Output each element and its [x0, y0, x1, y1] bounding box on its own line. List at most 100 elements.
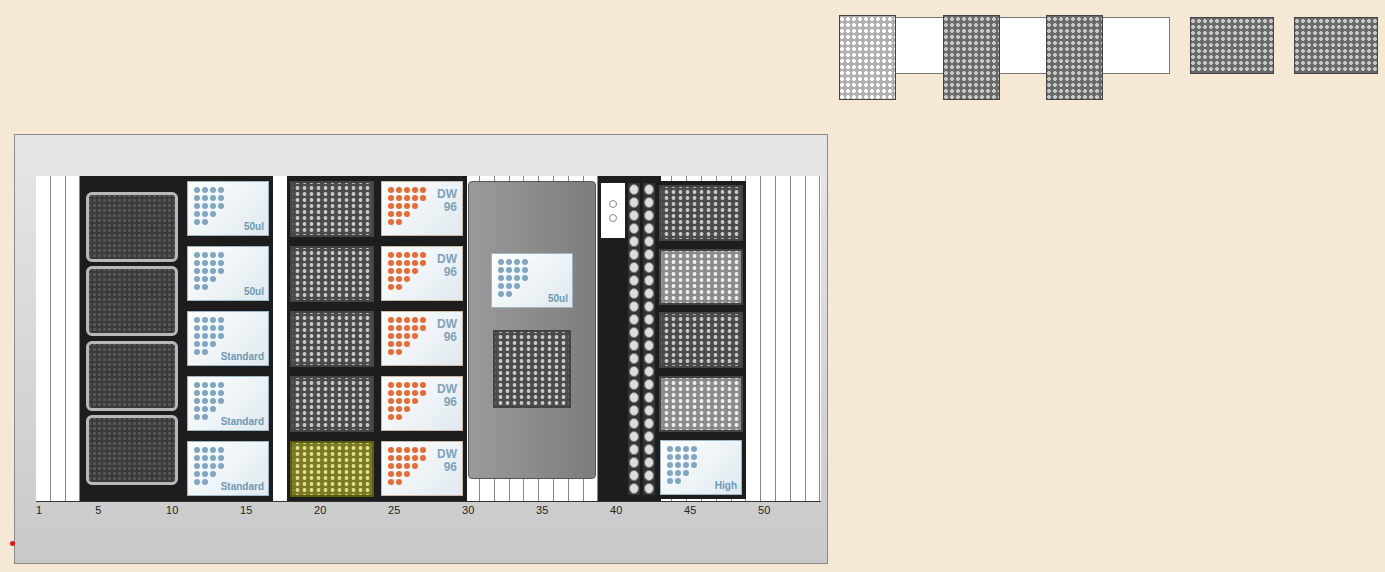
offsite-plate[interactable]	[839, 15, 896, 100]
carrier[interactable]	[287, 176, 377, 501]
tube[interactable]	[644, 457, 654, 468]
tube[interactable]	[629, 262, 639, 273]
tube[interactable]	[644, 379, 654, 390]
tube[interactable]	[629, 301, 639, 312]
tip-rack[interactable]: Standard	[187, 441, 269, 496]
tube[interactable]	[644, 223, 654, 234]
tube[interactable]	[629, 431, 639, 442]
deepwell-plate[interactable]: DW96	[381, 376, 463, 431]
carrier[interactable]	[598, 176, 661, 501]
carrier[interactable]: 50ul	[468, 181, 596, 479]
tube[interactable]	[644, 392, 654, 403]
tube[interactable]	[629, 392, 639, 403]
tube[interactable]	[644, 470, 654, 481]
well-dot	[210, 341, 216, 347]
tip-rack[interactable]: 50ul	[187, 181, 269, 236]
microplate[interactable]	[290, 376, 374, 432]
tube[interactable]	[629, 249, 639, 260]
offsite-plate[interactable]	[943, 15, 1000, 100]
tube[interactable]	[644, 249, 654, 260]
well-dot	[420, 195, 426, 201]
tube[interactable]	[629, 444, 639, 455]
tube[interactable]	[629, 236, 639, 247]
tip-rack[interactable]: Standard	[187, 311, 269, 366]
tube[interactable]	[644, 444, 654, 455]
tube[interactable]	[644, 431, 654, 442]
tip-rack[interactable]: High	[660, 440, 742, 495]
tube[interactable]	[629, 223, 639, 234]
microplate[interactable]	[659, 249, 743, 305]
well-dot	[210, 406, 216, 412]
microplate[interactable]	[659, 376, 743, 432]
tube[interactable]	[629, 366, 639, 377]
carrier[interactable]: High	[656, 181, 746, 499]
plate-nest[interactable]	[86, 341, 178, 411]
tube[interactable]	[629, 184, 639, 195]
well-dot	[412, 325, 418, 331]
tube[interactable]	[629, 327, 639, 338]
deepwell-plate[interactable]: DW96	[381, 181, 463, 236]
tube[interactable]	[629, 314, 639, 325]
tube[interactable]	[644, 327, 654, 338]
carrier[interactable]: 50ul 50ul Standard Standard Standard	[183, 176, 273, 501]
well-dot	[404, 471, 410, 477]
tube[interactable]	[644, 314, 654, 325]
deepwell-plate[interactable]: DW96	[381, 441, 463, 496]
plate-nest[interactable]	[86, 266, 178, 336]
tube[interactable]	[644, 340, 654, 351]
tip-rack[interactable]: Standard	[187, 376, 269, 431]
microplate[interactable]	[290, 181, 374, 237]
plate-nest[interactable]	[86, 192, 178, 262]
tube[interactable]	[644, 353, 654, 364]
dot-row	[194, 447, 268, 453]
tip-rack[interactable]: 50ul	[187, 246, 269, 301]
well-dot	[388, 333, 394, 339]
microplate[interactable]	[659, 312, 743, 368]
well-dot	[514, 259, 520, 265]
microplate[interactable]	[493, 330, 571, 408]
well-dot	[691, 462, 697, 468]
well-dot	[194, 211, 200, 217]
tube[interactable]	[629, 197, 639, 208]
tube[interactable]	[644, 262, 654, 273]
microplate[interactable]	[659, 185, 743, 241]
tube[interactable]	[644, 418, 654, 429]
microplate[interactable]	[290, 311, 374, 367]
dw-count: 96	[437, 266, 457, 279]
tube[interactable]	[629, 210, 639, 221]
tube[interactable]	[629, 288, 639, 299]
deepwell-plate[interactable]: DW96	[381, 311, 463, 366]
tube[interactable]	[629, 379, 639, 390]
plate-nest[interactable]	[86, 415, 178, 485]
tube[interactable]	[644, 275, 654, 286]
tube[interactable]	[644, 405, 654, 416]
tube[interactable]	[644, 210, 654, 221]
tube[interactable]	[644, 288, 654, 299]
well-dot	[202, 268, 208, 274]
tube[interactable]	[644, 366, 654, 377]
tube[interactable]	[629, 470, 639, 481]
tube[interactable]	[629, 353, 639, 364]
tube[interactable]	[629, 340, 639, 351]
tube[interactable]	[644, 184, 654, 195]
tube[interactable]	[629, 418, 639, 429]
tube[interactable]	[644, 483, 654, 494]
tube[interactable]	[644, 236, 654, 247]
tube[interactable]	[629, 405, 639, 416]
tube[interactable]	[629, 457, 639, 468]
tube[interactable]	[644, 301, 654, 312]
tube[interactable]	[629, 483, 639, 494]
microplate[interactable]	[290, 246, 374, 302]
carrier[interactable]	[80, 176, 183, 501]
microplate[interactable]	[290, 441, 374, 497]
offsite-plate[interactable]	[1046, 15, 1103, 100]
tube[interactable]	[629, 275, 639, 286]
tube[interactable]	[644, 197, 654, 208]
deepwell-plate[interactable]: DW96	[381, 246, 463, 301]
carrier[interactable]: DW96 DW96 DW96 DW96 DW96	[377, 176, 467, 501]
well-dot	[218, 390, 224, 396]
offsite-plate[interactable]	[1294, 17, 1378, 74]
tip-rack[interactable]: 50ul	[491, 253, 573, 308]
well-dot	[202, 398, 208, 404]
offsite-plate[interactable]	[1190, 17, 1274, 74]
